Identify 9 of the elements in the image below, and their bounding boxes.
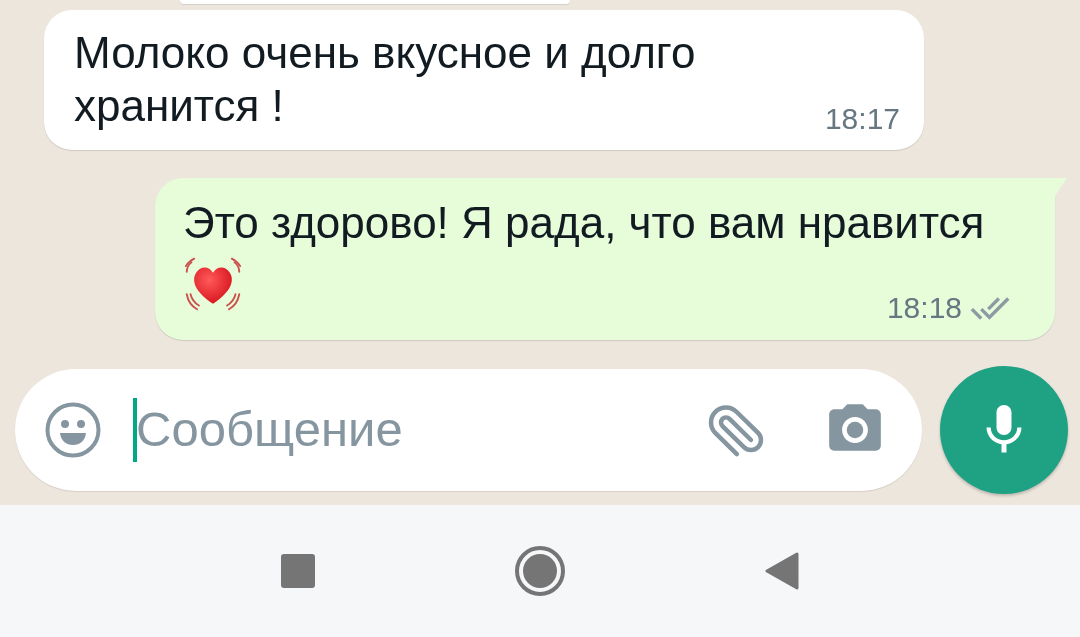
message-text: Молоко очень вкусное и долго хранится !	[74, 27, 697, 132]
message-time: 18:17	[824, 102, 900, 136]
smiley-icon[interactable]	[45, 402, 101, 458]
message-text: Это здорово! Я рада, что вам нравится	[183, 197, 986, 249]
home-icon[interactable]	[515, 546, 565, 596]
message-input[interactable]: Сообщение	[136, 393, 676, 467]
message-input-field[interactable]: Сообщение	[15, 369, 922, 491]
message-time: 18:18	[886, 291, 962, 325]
back-icon[interactable]	[765, 552, 799, 590]
